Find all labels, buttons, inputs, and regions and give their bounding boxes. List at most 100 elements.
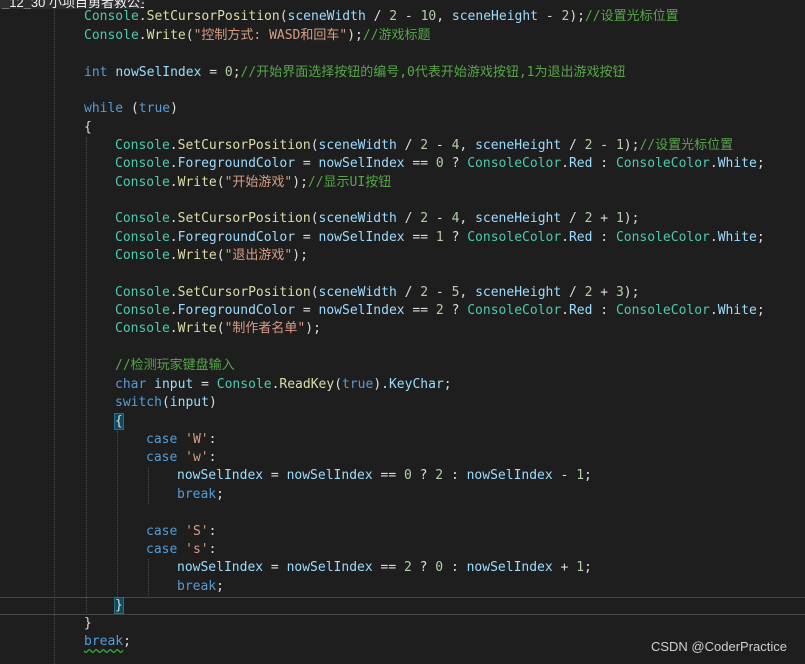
code-line[interactable]: break; xyxy=(84,633,131,651)
code-token-number: 2 xyxy=(403,560,412,575)
code-line[interactable]: case 'w': xyxy=(146,449,216,467)
code-token-number: 2 xyxy=(420,211,429,226)
code-line[interactable]: nowSelIndex = nowSelIndex == 0 ? 2 : now… xyxy=(177,467,592,485)
code-token-string: "退出游戏" xyxy=(224,248,293,263)
code-line[interactable]: Console.Write("控制方式: WASD和回车");//游戏标题 xyxy=(84,27,431,45)
code-token-plain: , xyxy=(436,9,452,24)
code-token-variable: nowSelIndex xyxy=(318,230,405,245)
code-token-plain: } xyxy=(114,597,124,614)
code-token-plain: ); xyxy=(569,9,585,24)
code-token-type-class: Console xyxy=(115,248,170,263)
code-editor[interactable]: _12_30 小项目勇者救公主 Console.SetCursorPositio… xyxy=(0,0,805,664)
code-token-plain: + xyxy=(552,560,577,575)
code-token-plain: - xyxy=(428,138,452,153)
code-token-plain: { xyxy=(114,413,124,430)
code-token-variable: sceneHeight xyxy=(475,211,562,226)
code-token-comment: //显示UI按钮 xyxy=(307,175,392,190)
code-token-type-class: Console xyxy=(216,377,272,392)
code-line[interactable]: case 'S': xyxy=(146,523,216,541)
code-token-plain: - xyxy=(428,285,452,300)
code-token-variable: nowSelIndex xyxy=(466,560,553,575)
code-token-plain: ? xyxy=(443,156,468,171)
code-line[interactable]: break; xyxy=(177,578,224,596)
code-token-plain: + xyxy=(592,211,616,226)
code-token-plain: . xyxy=(561,230,569,245)
code-token-variable: input xyxy=(154,377,194,392)
code-token-plain: / xyxy=(396,211,421,226)
code-line[interactable]: Console.SetCursorPosition(sceneWidth / 2… xyxy=(84,8,679,26)
code-token-plain: = xyxy=(295,156,319,171)
code-token-plain: + xyxy=(592,285,616,300)
code-token-plain: ( xyxy=(185,28,194,43)
code-line[interactable]: { xyxy=(114,413,124,431)
csdn-watermark: CSDN @CoderPractice xyxy=(650,639,787,654)
code-token-number: 2 xyxy=(420,285,429,300)
code-token-plain: . xyxy=(709,230,718,245)
code-line[interactable]: } xyxy=(84,615,92,633)
code-token-plain: . xyxy=(169,303,178,318)
code-line[interactable]: Console.SetCursorPosition(sceneWidth / 2… xyxy=(115,137,733,155)
code-token-plain: = xyxy=(263,468,287,483)
code-token-plain: . xyxy=(169,321,178,336)
code-token-plain: = xyxy=(295,230,319,245)
code-token-variable: nowSelIndex xyxy=(177,560,264,575)
code-token-type-class: Console xyxy=(115,230,170,245)
code-token-plain: ( xyxy=(310,211,319,226)
code-token-number: 3 xyxy=(615,285,624,300)
code-token-plain: == xyxy=(404,156,436,171)
code-line[interactable]: case 's': xyxy=(146,541,216,559)
code-token-variable: input xyxy=(169,395,209,410)
code-token-variable: sceneWidth xyxy=(287,9,366,24)
code-token-plain: / xyxy=(561,138,585,153)
code-line[interactable]: Console.SetCursorPosition(sceneWidth / 2… xyxy=(115,210,639,228)
code-token-string: 'S' xyxy=(185,524,209,539)
code-token-plain: / xyxy=(396,138,421,153)
code-token-number: 0 xyxy=(403,468,412,483)
code-line[interactable]: Console.Write("退出游戏"); xyxy=(115,247,308,265)
code-line[interactable]: Console.Write("制作者名单"); xyxy=(115,320,321,338)
indent-guide xyxy=(54,9,55,664)
code-token-plain: . xyxy=(169,248,178,263)
code-token-plain: . xyxy=(561,303,569,318)
code-token-plain: ); xyxy=(292,175,308,190)
code-line[interactable]: case 'W': xyxy=(146,431,216,449)
code-token-variable: sceneWidth xyxy=(318,285,397,300)
code-token-comment: //设置光标位置 xyxy=(584,9,679,24)
code-line[interactable]: while (true) xyxy=(84,100,178,118)
code-token-plain: , xyxy=(459,211,476,226)
code-token-method: SetCursorPosition xyxy=(177,138,311,153)
indent-guide xyxy=(86,137,87,615)
code-token-variable: nowSelIndex xyxy=(286,468,373,483)
code-token-plain: ; xyxy=(216,487,224,502)
code-line[interactable]: break; xyxy=(177,486,224,504)
code-token-variable: White xyxy=(717,230,757,245)
code-token-keyword: char xyxy=(115,377,147,392)
code-line[interactable]: } xyxy=(114,597,124,615)
code-line[interactable]: Console.ForegroundColor = nowSelIndex ==… xyxy=(115,302,765,320)
code-token-type-class: ConsoleColor xyxy=(615,156,710,171)
code-token-number: 1 xyxy=(576,560,585,575)
code-line[interactable]: nowSelIndex = nowSelIndex == 2 ? 0 : now… xyxy=(177,559,592,577)
code-line[interactable]: //检测玩家键盘输入 xyxy=(115,357,235,375)
code-token-plain: / xyxy=(561,211,585,226)
code-token-variable: White xyxy=(717,303,757,318)
code-line[interactable]: Console.Write("开始游戏");//显示UI按钮 xyxy=(115,174,391,192)
code-token-number: 1 xyxy=(435,230,444,245)
code-line[interactable]: Console.SetCursorPosition(sceneWidth / 2… xyxy=(115,284,639,302)
code-token-variable: ForegroundColor xyxy=(177,230,296,245)
code-line[interactable]: Console.ForegroundColor = nowSelIndex ==… xyxy=(115,229,765,247)
code-token-comment: //设置光标位置 xyxy=(639,138,734,153)
code-token-plain: ) xyxy=(208,395,217,410)
code-token-variable: nowSelIndex xyxy=(318,303,405,318)
code-token-plain: : xyxy=(592,156,616,171)
code-token-plain: . xyxy=(709,303,718,318)
code-token-plain: ( xyxy=(216,321,225,336)
code-line[interactable]: char input = Console.ReadKey(true).KeyCh… xyxy=(115,376,452,394)
code-line[interactable]: int nowSelIndex = 0;//开始界面选择按钮的编号,0代表开始游… xyxy=(84,64,626,82)
code-token-plain: ( xyxy=(279,9,288,24)
code-line[interactable]: Console.ForegroundColor = nowSelIndex ==… xyxy=(115,155,765,173)
code-line[interactable]: { xyxy=(84,119,92,137)
code-line[interactable]: switch(input) xyxy=(115,394,217,412)
